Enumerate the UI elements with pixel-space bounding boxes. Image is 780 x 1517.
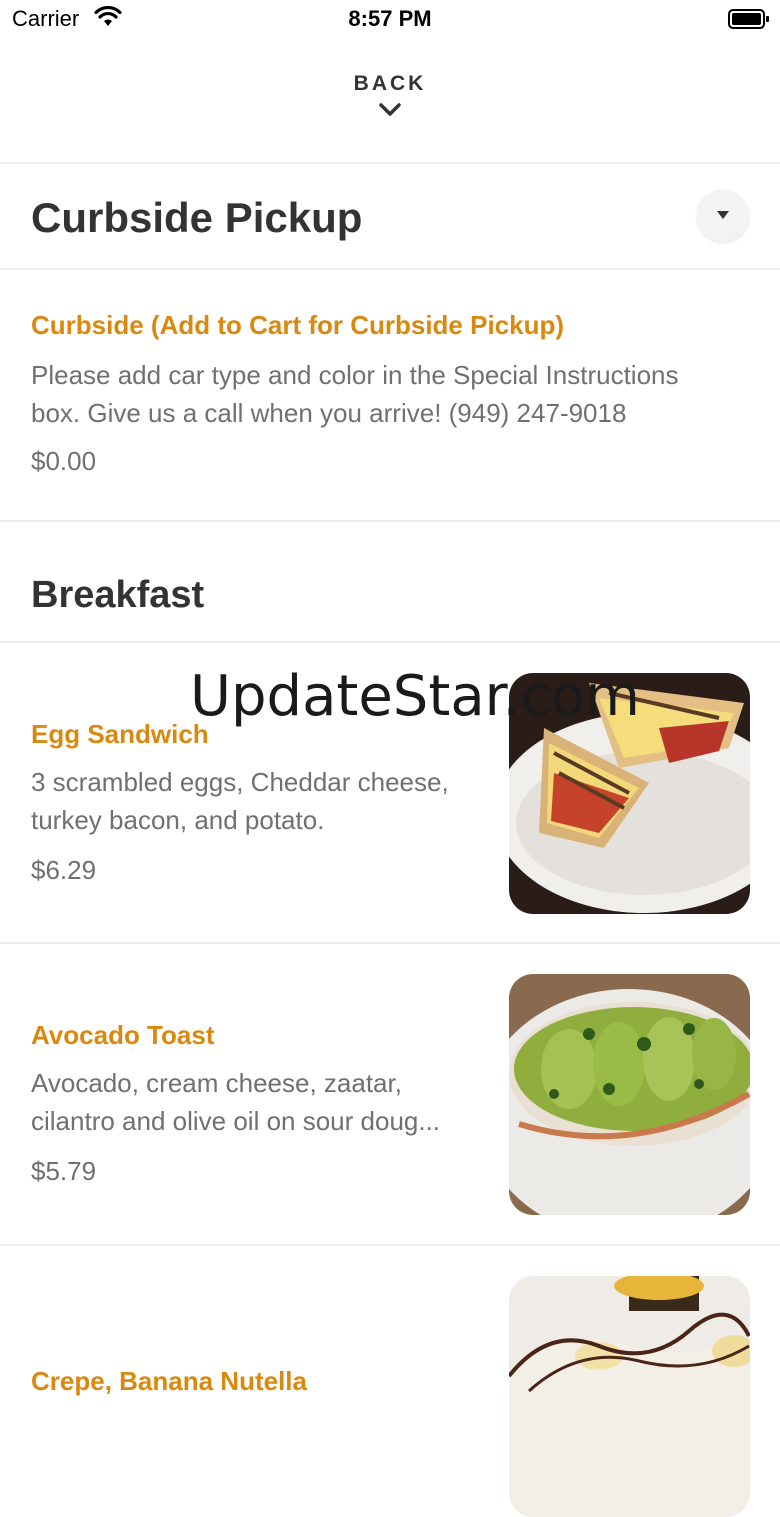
item-name: Avocado Toast [31,1020,215,1050]
divider [0,162,780,164]
menu-item-avocado-toast[interactable]: Avocado Toast Avocado, cream cheese, zaa… [0,944,780,1244]
item-price: $5.79 [31,1156,97,1186]
battery-icon [728,9,769,29]
menu-item-curbside[interactable]: Curbside (Add to Cart for Curbside Picku… [0,270,780,520]
back-button[interactable]: BACK [0,72,780,118]
item-name: Curbside (Add to Cart for Curbside Picku… [31,310,565,340]
item-name: Crepe, Banana Nutella [31,1366,307,1396]
item-price: $6.29 [31,855,97,885]
section-title-breakfast: Breakfast [31,574,205,616]
menu-item-crepe-banana-nutella[interactable]: Crepe, Banana Nutella [0,1246,780,1517]
item-photo-crepe [509,1276,750,1517]
clock: 8:57 PM [348,6,432,31]
divider [0,520,780,522]
watermark: UpdateStar.com [190,664,640,729]
chevron-down-icon [379,103,401,116]
item-price: $0.00 [31,446,97,476]
caret-down-icon [717,211,729,219]
item-description: Please add car type and color in the Spe… [31,360,679,428]
item-name: Egg Sandwich [31,719,209,749]
section-title-curbside: Curbside Pickup [31,194,363,241]
item-description: 3 scrambled eggs, Cheddar cheese, turkey… [31,767,449,835]
section-dropdown-button[interactable] [697,190,749,242]
item-photo-avocado-toast [509,974,750,1215]
item-description: Avocado, cream cheese, zaatar, cilantro … [31,1068,441,1136]
back-label: BACK [353,72,427,95]
status-bar: Carrier 8:57 PM [0,0,780,40]
